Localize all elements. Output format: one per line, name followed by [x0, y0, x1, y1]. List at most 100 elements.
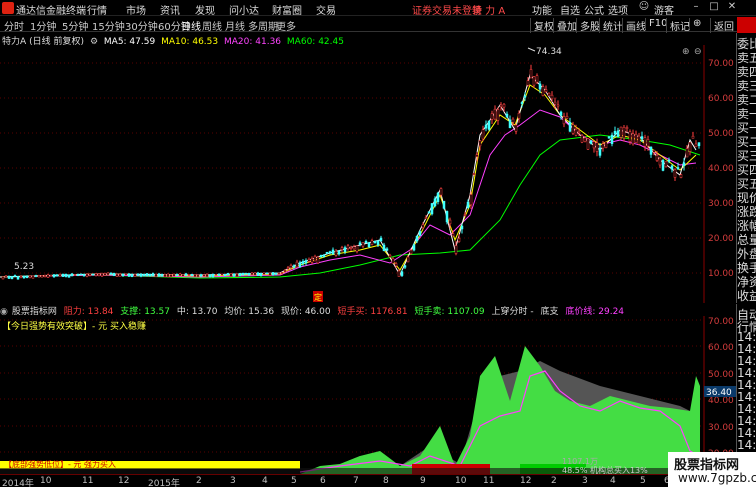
candle-body [520, 102, 524, 104]
tab-15min[interactable]: 15分钟 [92, 18, 125, 33]
menu-wealth[interactable]: 财富圈 [272, 2, 302, 17]
menu-favorites[interactable]: 自选 [560, 2, 580, 17]
tab-weekly[interactable]: 周线 [202, 18, 222, 33]
candle-body [523, 95, 527, 98]
btn-back[interactable]: 返回 [710, 18, 734, 33]
candle-body [391, 258, 395, 264]
indicator-chart[interactable]: 70.00 60.00 50.00 40.00 30.00 20.00 36.4… [0, 316, 736, 474]
btn-draw[interactable]: 画线 [622, 18, 646, 33]
menu-formula[interactable]: 公式 [584, 2, 604, 17]
candle-body [286, 267, 290, 270]
menu-news[interactable]: 资讯 [160, 2, 180, 17]
candle-body [25, 275, 29, 279]
candle-body [613, 131, 617, 135]
candle-body [88, 273, 92, 276]
btn-f10[interactable]: F10 [645, 18, 667, 29]
minimize-icon[interactable]: – [688, 1, 704, 15]
candle-body [142, 273, 146, 277]
candle-body [322, 254, 326, 257]
candle-body [217, 273, 221, 276]
tab-monthly[interactable]: 月线 [225, 18, 245, 33]
candle-body [550, 94, 554, 100]
menu-trade[interactable]: 交易 [316, 2, 336, 17]
candle-body [373, 240, 377, 244]
candle-body [394, 263, 398, 267]
zoom-in-icon[interactable]: ⊕ [682, 47, 690, 57]
btn-mark[interactable]: 标记 [666, 18, 690, 33]
guest-label[interactable]: 游客 [654, 2, 674, 17]
menu-function[interactable]: 功能 [532, 2, 552, 17]
menu-options[interactable]: 选项 [608, 2, 628, 17]
candle-body [616, 130, 620, 137]
btn-zoom[interactable]: ⊕ [689, 18, 701, 29]
menu-ask[interactable]: 问小达 [229, 2, 259, 17]
candle-body [145, 273, 149, 277]
candle-body [175, 274, 179, 276]
btn-multi-stock[interactable]: 多股 [576, 18, 600, 33]
x-tick: 12 [520, 476, 532, 486]
menu-market-quotes[interactable]: 行情 [87, 2, 107, 17]
candle-body [610, 134, 614, 144]
x-tick: 3 [230, 476, 236, 486]
candle-body [343, 247, 347, 253]
candle-body [70, 273, 74, 277]
zoom-out-icon[interactable]: ⊖ [694, 47, 702, 57]
candle-body [133, 273, 137, 277]
tab-multi-period[interactable]: 多周期 [248, 18, 278, 33]
candle-body [493, 108, 497, 120]
candle-body [64, 273, 68, 277]
candle-body [229, 273, 233, 277]
candle-body [112, 272, 116, 276]
candle-body [583, 137, 587, 142]
candle-body [49, 274, 53, 277]
candle-body [274, 272, 278, 275]
tab-30min[interactable]: 30分钟 [125, 18, 158, 33]
order-panel-row: 收益 [737, 289, 756, 303]
btn-overlay[interactable]: 叠加 [553, 18, 577, 33]
candle-body [367, 242, 371, 247]
candle-body [580, 135, 584, 143]
tab-more[interactable]: 更多 [276, 18, 296, 33]
candle-body [97, 273, 101, 277]
tab-daily[interactable]: 日线 [181, 18, 201, 33]
main-kline-chart[interactable]: 74.34 5.23 定 70.00 60.00 50.00 40.00 30.… [0, 45, 736, 303]
candle-body [298, 262, 302, 268]
btn-adjust[interactable]: 复权 [530, 18, 554, 33]
candle-body [319, 255, 323, 258]
app-name: 通达信金融终端 [16, 6, 86, 17]
menu-discover[interactable]: 发现 [195, 2, 215, 17]
candle-body [427, 211, 431, 213]
candle-body [253, 272, 257, 276]
candle-body [637, 135, 641, 145]
candle-body [433, 198, 437, 207]
btn-stats[interactable]: 统计 [599, 18, 623, 33]
candle-body [139, 273, 143, 277]
candle-body [160, 274, 164, 277]
close-icon[interactable]: ✕ [724, 1, 740, 15]
candle-body [556, 104, 560, 107]
candle-body [61, 273, 65, 277]
candle-body [250, 272, 254, 275]
tab-5min[interactable]: 5分钟 [62, 18, 88, 33]
sub-y-tick: 50.00 [708, 370, 734, 380]
candle-body [244, 273, 248, 275]
tab-1min[interactable]: 1分钟 [30, 18, 56, 33]
candle-body [55, 274, 59, 277]
candle-body [412, 244, 416, 251]
candle-body [151, 273, 155, 276]
user-icon[interactable]: ☺ [636, 1, 652, 15]
candle-body [538, 83, 542, 90]
menu-market[interactable]: 市场 [126, 2, 146, 17]
candle-body [247, 273, 251, 276]
candle-body [589, 140, 593, 144]
maximize-icon[interactable]: □ [706, 1, 722, 15]
candle-body [421, 224, 425, 228]
candle-body [7, 275, 11, 279]
candle-body [67, 274, 71, 278]
candle-body [526, 80, 530, 86]
candle-body [466, 201, 470, 209]
tab-intraday[interactable]: 分时 [4, 18, 24, 33]
low-price-label: 5.23 [14, 262, 34, 272]
candle-body [130, 273, 134, 278]
candle-body [22, 275, 26, 279]
